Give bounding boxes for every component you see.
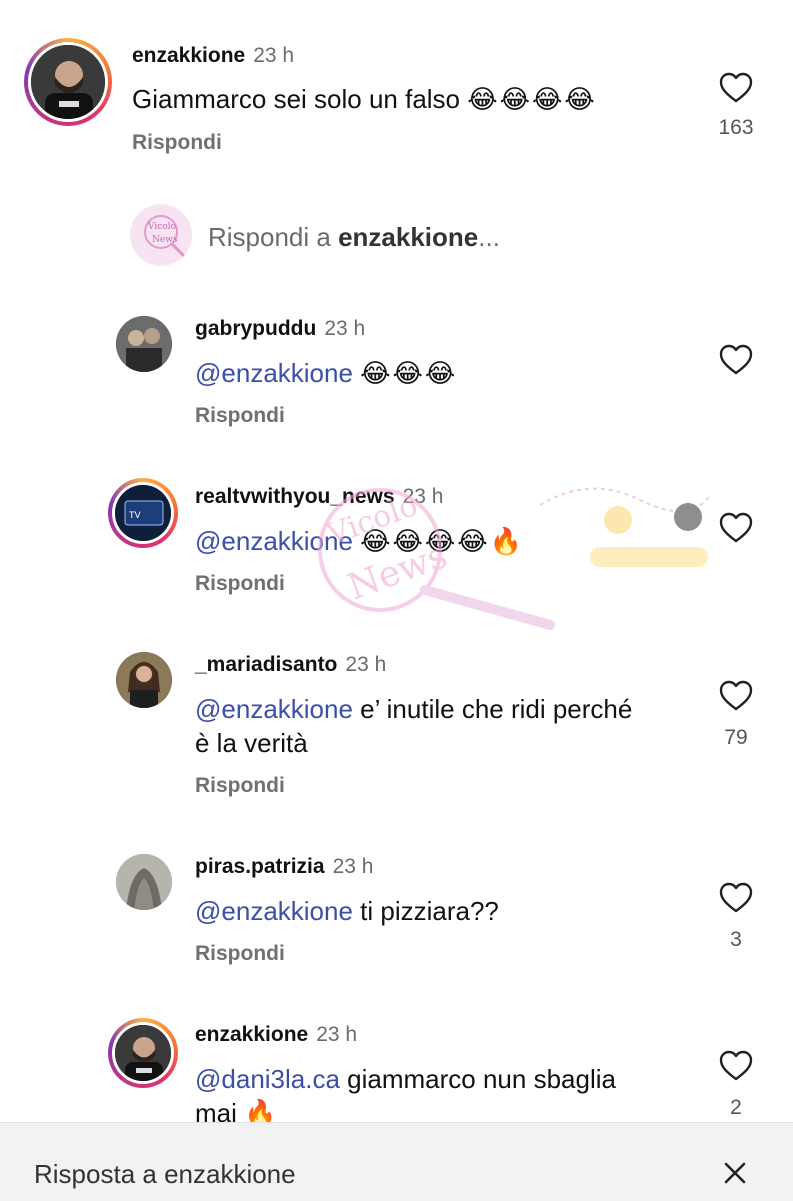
avatar[interactable] (24, 38, 112, 126)
avatar-image (115, 1025, 171, 1081)
comment-time: 23 h (402, 485, 444, 508)
vicolo-news-logo: Vicolo News (131, 205, 191, 265)
comment-time: 23 h (345, 653, 387, 676)
avatar[interactable] (116, 316, 172, 372)
like-count: 3 (730, 928, 742, 951)
mention-link[interactable]: @dani3la.ca (195, 1064, 340, 1094)
comment-username[interactable]: piras.patrizia 23 h (195, 855, 373, 879)
svg-text:Vicolo: Vicolo (147, 222, 176, 232)
svg-text:TV: TV (128, 511, 141, 521)
heart-icon[interactable] (719, 512, 753, 544)
comment-text: @dani3la.ca giammarco nun sbaglia mai 🔥 (195, 1064, 616, 1128)
like-count: 2 (730, 1096, 742, 1119)
reply-button[interactable]: Rispondi (132, 131, 222, 155)
comment-time: 23 h (324, 317, 366, 340)
heart-icon[interactable] (719, 680, 753, 712)
avatar[interactable] (108, 1018, 178, 1088)
like-count: 79 (724, 726, 748, 749)
reply-button[interactable]: Rispondi (195, 404, 285, 428)
comment-text: @enzakkione ti pizziara?? (195, 896, 499, 926)
heart-icon[interactable] (719, 882, 753, 914)
mention-link[interactable]: @enzakkione (195, 694, 353, 724)
avatar[interactable] (116, 652, 172, 708)
reply-button[interactable]: Rispondi (195, 942, 285, 966)
reply-to-bar: Risposta a enzakkione (0, 1122, 793, 1201)
reply-to-label: Risposta a enzakkione (34, 1159, 296, 1189)
comment-text: Giammarco sei solo un falso 😂😂😂😂 (132, 84, 597, 114)
comment-username[interactable]: enzakkione 23 h (195, 1023, 357, 1047)
avatar: Vicolo News (130, 204, 192, 266)
avatar-image (116, 316, 172, 372)
reply-button[interactable]: Rispondi (195, 572, 285, 596)
comment-username[interactable]: gabrypuddu 23 h (195, 317, 365, 341)
comment-username[interactable]: enzakkione 23 h (132, 44, 294, 68)
avatar-image: TV (115, 485, 171, 541)
mention-link[interactable]: @enzakkione (195, 358, 353, 388)
mention-link[interactable]: @enzakkione (195, 896, 353, 926)
reply-input-placeholder[interactable]: Rispondi a enzakkione... (208, 222, 500, 253)
avatar[interactable]: TV (108, 478, 178, 548)
comment-username[interactable]: _mariadisanto 23 h (195, 653, 386, 677)
avatar-image (31, 45, 105, 119)
reply-composer[interactable]: Vicolo News Rispondi a enzakkione... (130, 204, 730, 268)
avatar-image (116, 854, 172, 910)
heart-icon[interactable] (719, 1050, 753, 1082)
avatar[interactable] (116, 854, 172, 910)
reply-button[interactable]: Rispondi (195, 774, 285, 798)
comment-time: 23 h (332, 855, 374, 878)
comment-text: @enzakkione 😂😂😂😂🔥 (195, 526, 525, 556)
comment-time: 23 h (316, 1023, 358, 1046)
comment-time: 23 h (253, 44, 295, 67)
close-icon[interactable] (720, 1158, 750, 1188)
comment-text: @enzakkione e’ inutile che ridi perché è … (195, 694, 633, 758)
heart-icon[interactable] (719, 72, 753, 104)
svg-text:News: News (152, 235, 178, 245)
avatar-image (116, 652, 172, 708)
mention-link[interactable]: @enzakkione (195, 526, 353, 556)
heart-icon[interactable] (719, 344, 753, 376)
comment-username[interactable]: realtvwithyou_news 23 h (195, 485, 443, 509)
like-count: 163 (718, 116, 754, 139)
comment-text: @enzakkione 😂😂😂 (195, 358, 458, 388)
